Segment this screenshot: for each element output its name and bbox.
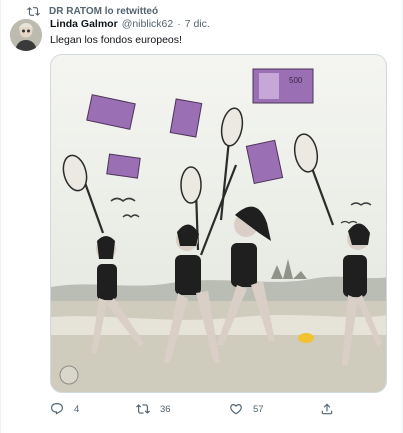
tweet-date[interactable]: 7 dic. — [185, 18, 210, 30]
like-button[interactable]: 57 — [229, 402, 264, 416]
like-count: 57 — [253, 403, 264, 415]
retweet-icon — [136, 404, 150, 414]
tweet-header: Linda Galmor @niblick62 · 7 dic. — [50, 18, 210, 30]
retweet-context: DR RATOM lo retwitteó — [27, 4, 158, 18]
tweet-actions: 4 36 57 — [50, 400, 350, 420]
retweet-context-text[interactable]: DR RATOM lo retwitteó — [49, 6, 158, 17]
author-handle[interactable]: @niblick62 — [122, 18, 174, 30]
share-icon — [321, 403, 333, 415]
reply-button[interactable]: 4 — [50, 402, 79, 416]
retweet-context-icon — [27, 4, 41, 18]
tweet-media-image[interactable]: 500 — [50, 54, 387, 393]
tweet-frame: DR RATOM lo retwitteó Linda Galmor @nibl… — [0, 0, 403, 433]
heart-icon — [230, 404, 242, 415]
retweet-button[interactable]: 36 — [136, 402, 171, 416]
reply-count: 4 — [74, 403, 80, 415]
tweet-text: Llegan los fondos europeos! — [50, 34, 182, 46]
header-separator: · — [177, 18, 181, 30]
banknote-label: 500 — [289, 76, 303, 85]
retweet-count: 36 — [160, 403, 171, 415]
reply-icon — [51, 403, 63, 415]
avatar[interactable] — [10, 19, 42, 51]
author-name[interactable]: Linda Galmor — [50, 18, 118, 30]
share-button[interactable] — [320, 402, 344, 416]
